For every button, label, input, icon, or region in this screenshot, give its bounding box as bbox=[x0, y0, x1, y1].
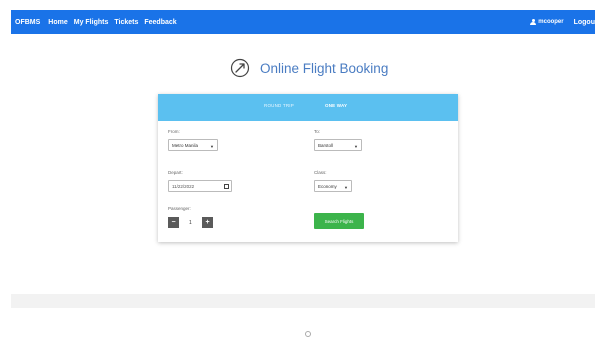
username: mcooper bbox=[538, 19, 564, 25]
to-label: To: bbox=[314, 129, 321, 134]
from-select[interactable]: Metro Manila ▼ bbox=[168, 139, 218, 151]
top-navbar: OFBMS Home My Flights Tickets Feedback m… bbox=[11, 10, 595, 34]
nav-brand[interactable]: OFBMS bbox=[15, 19, 40, 26]
nav-link-feedback[interactable]: Feedback bbox=[144, 19, 176, 26]
page-title: Online Flight Booking bbox=[260, 60, 389, 76]
chevron-down-icon: ▼ bbox=[354, 143, 358, 149]
passenger-count: 1 bbox=[189, 220, 192, 226]
depart-value: 11/22/2022 bbox=[172, 183, 195, 189]
user-menu[interactable]: mcooper bbox=[530, 18, 564, 26]
calendar-icon[interactable] bbox=[224, 184, 229, 189]
user-icon bbox=[530, 18, 537, 26]
nav-link-tickets[interactable]: Tickets bbox=[114, 19, 138, 26]
depart-date-input[interactable]: 11/22/2022 bbox=[168, 180, 232, 192]
nav-left: OFBMS Home My Flights Tickets Feedback bbox=[15, 10, 177, 34]
chevron-down-icon: ▼ bbox=[344, 184, 348, 190]
trip-type-tabs: ROUND TRIP ONE WAY bbox=[158, 94, 458, 121]
from-label: From: bbox=[168, 129, 180, 134]
tab-one-way[interactable]: ONE WAY bbox=[325, 103, 347, 108]
footer-band bbox=[11, 294, 595, 308]
chevron-down-icon: ▼ bbox=[210, 143, 214, 149]
passenger-minus-button[interactable]: − bbox=[168, 217, 179, 228]
nav-link-home[interactable]: Home bbox=[48, 19, 67, 26]
logout-link[interactable]: Logou bbox=[574, 19, 595, 26]
nav-right: mcooper Logou bbox=[530, 10, 595, 34]
to-select[interactable]: Barstoll ▼ bbox=[314, 139, 362, 151]
page-header: Online Flight Booking bbox=[230, 58, 388, 78]
search-flights-button[interactable]: Search Flights bbox=[314, 213, 364, 229]
class-label: Class: bbox=[314, 170, 327, 175]
from-value: Metro Manila bbox=[172, 142, 199, 148]
footer-logo-icon bbox=[305, 331, 311, 337]
passenger-plus-button[interactable]: + bbox=[202, 217, 213, 228]
nav-link-my-flights[interactable]: My Flights bbox=[74, 19, 109, 26]
to-value: Barstoll bbox=[318, 142, 334, 148]
class-value: Economy bbox=[318, 183, 337, 189]
booking-card: ROUND TRIP ONE WAY From: Metro Manila ▼ … bbox=[158, 94, 458, 242]
plane-in-circle-icon bbox=[230, 58, 250, 78]
depart-label: Depart: bbox=[168, 170, 183, 175]
tab-round-trip[interactable]: ROUND TRIP bbox=[264, 103, 294, 108]
class-select[interactable]: Economy ▼ bbox=[314, 180, 352, 192]
passenger-label: Passenger: bbox=[168, 206, 191, 211]
